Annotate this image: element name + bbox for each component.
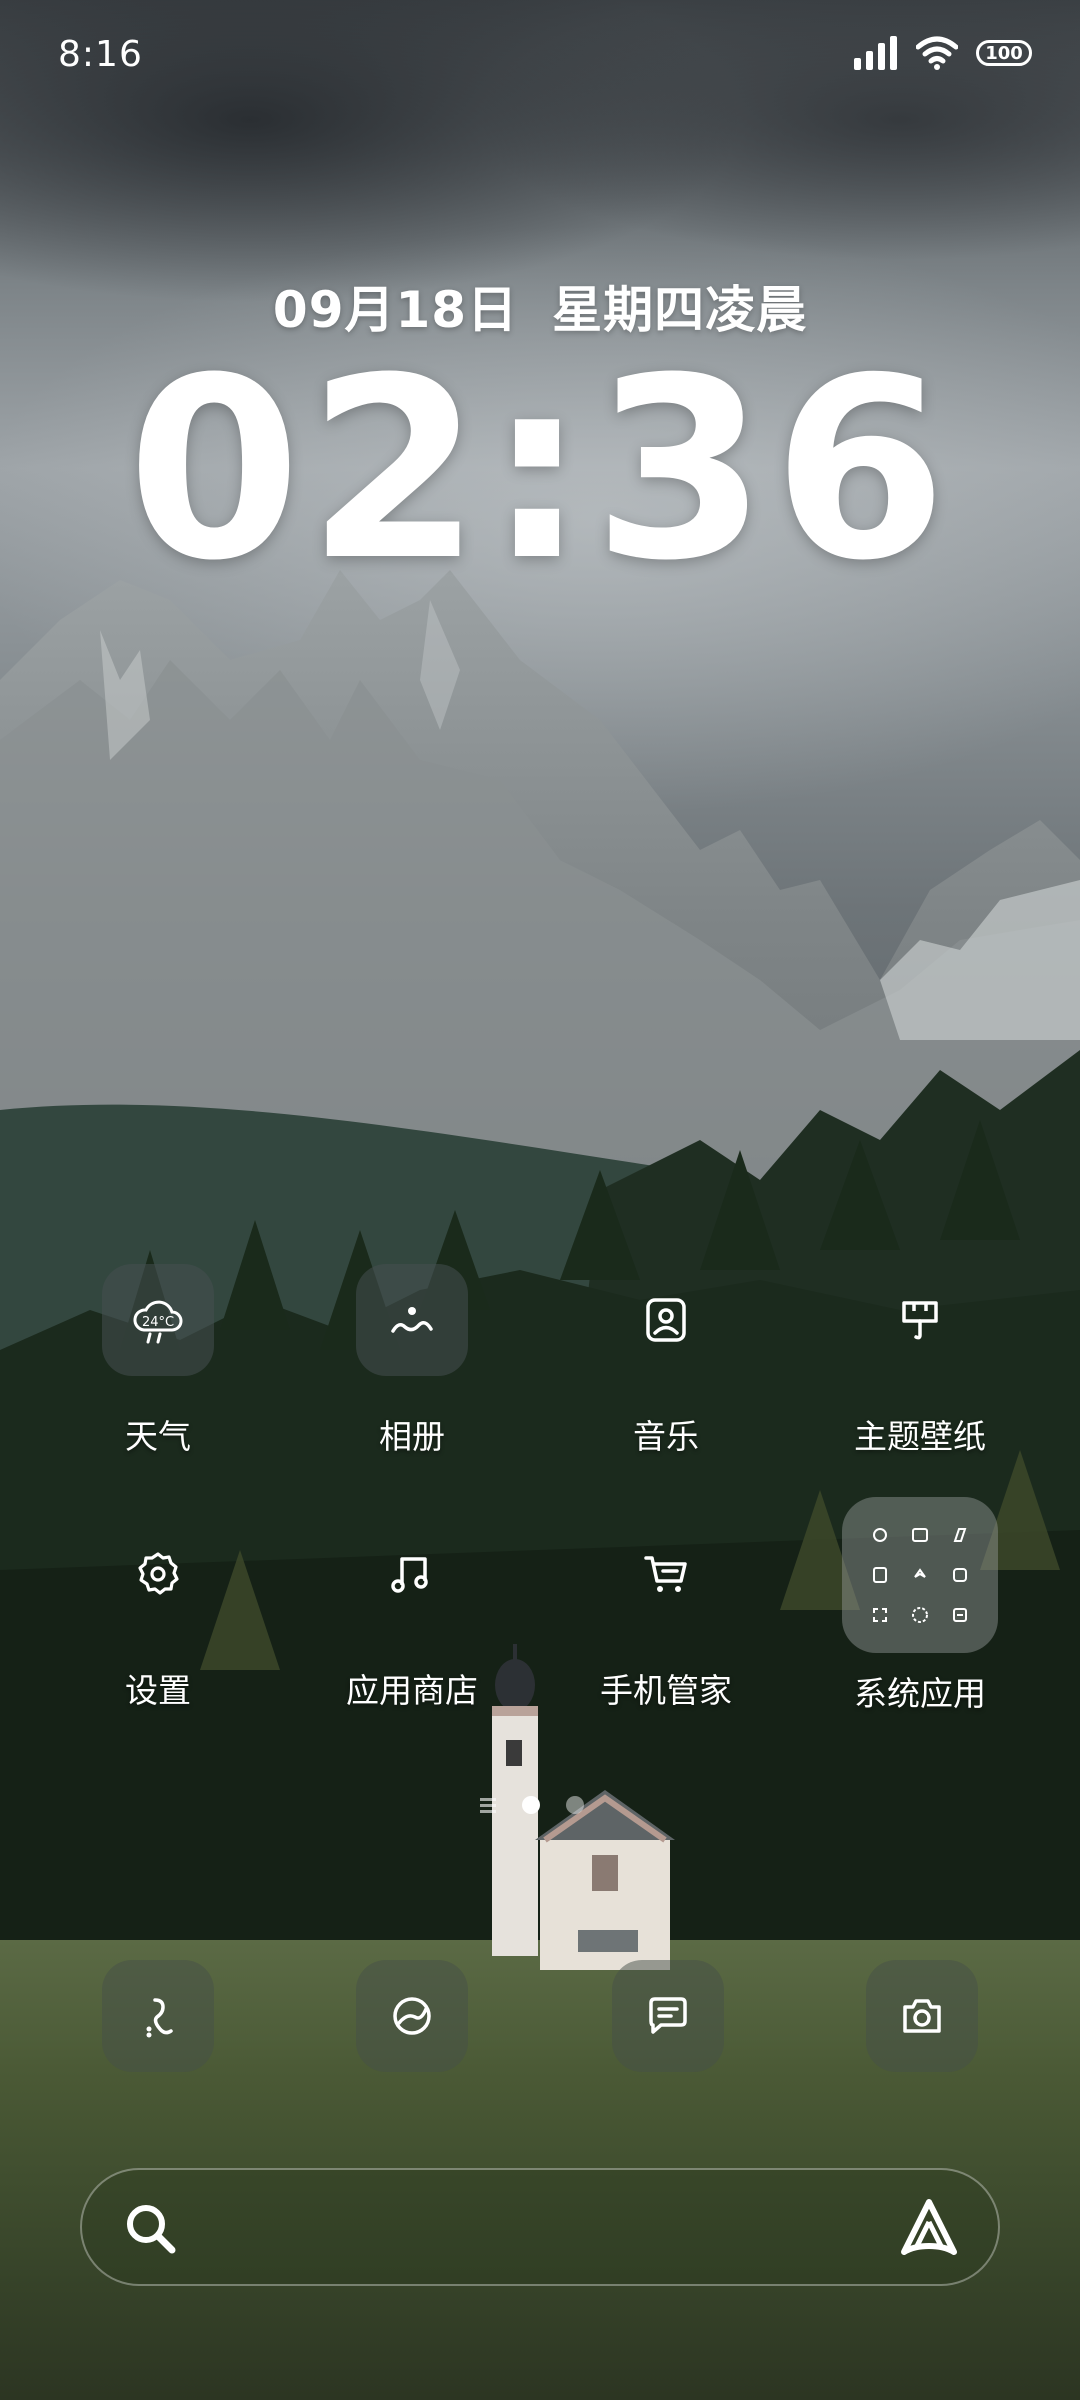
- app-label: 应用商店: [346, 1671, 478, 1710]
- messages-icon: [649, 1997, 687, 2034]
- weather-cloud-icon: 24°C: [133, 1300, 183, 1344]
- app-label: 音乐: [633, 1417, 699, 1456]
- mini-app-icon: [904, 1599, 936, 1631]
- phone-icon: [146, 1998, 173, 2038]
- app-label: 天气: [125, 1417, 191, 1456]
- app-label: 主题壁纸: [854, 1417, 986, 1456]
- page-dot-active[interactable]: [522, 1796, 540, 1814]
- app-label: 相册: [379, 1417, 445, 1456]
- assistant-icon[interactable]: [894, 2194, 964, 2264]
- settings-icon: [102, 1518, 214, 1630]
- mini-app-icon: [944, 1519, 976, 1551]
- mini-app-icon: [864, 1559, 896, 1591]
- mini-app-icon: [864, 1599, 896, 1631]
- status-time: 8:16: [58, 34, 143, 75]
- wifi-icon: [916, 36, 958, 70]
- clock-widget[interactable]: 02:36: [0, 340, 1080, 600]
- dock-camera[interactable]: [866, 1960, 978, 2072]
- mini-app-icon: [944, 1599, 976, 1631]
- page-list-icon: [480, 1798, 496, 1813]
- browser-icon: [393, 1997, 431, 2035]
- app-music[interactable]: 音乐: [556, 1264, 776, 1458]
- status-bar: 8:16 100: [0, 0, 1080, 110]
- app-label: 设置: [125, 1671, 191, 1710]
- app-settings[interactable]: 设置: [48, 1518, 268, 1712]
- status-icons: 100: [854, 36, 1032, 70]
- folder-icon: [842, 1497, 998, 1653]
- weather-temp: 24°C: [142, 1315, 174, 1330]
- search-bar[interactable]: [80, 2168, 1000, 2286]
- mini-app-icon: [944, 1559, 976, 1591]
- mini-app-icon: [904, 1519, 936, 1551]
- folder-system-apps[interactable]: 系统应用: [810, 1497, 1030, 1715]
- signal-icon: [854, 36, 897, 70]
- search-icon[interactable]: [120, 2198, 182, 2260]
- dock-messages[interactable]: [612, 1960, 724, 2072]
- app-label: 手机管家: [600, 1671, 732, 1710]
- security-cart-icon: [610, 1518, 722, 1630]
- dock-browser[interactable]: [356, 1960, 468, 2072]
- mini-app-icon: [904, 1559, 936, 1591]
- mini-app-icon: [864, 1519, 896, 1551]
- page-indicator[interactable]: [480, 1796, 584, 1814]
- app-phone-manager[interactable]: 手机管家: [556, 1518, 776, 1712]
- theme-icon: [864, 1264, 976, 1376]
- weather-icon: 24°C: [102, 1264, 214, 1376]
- page-dot[interactable]: [566, 1796, 584, 1814]
- app-gallery[interactable]: 相册: [302, 1264, 522, 1458]
- gallery-icon: [356, 1264, 468, 1376]
- app-label: 系统应用: [854, 1674, 986, 1713]
- camera-icon: [903, 1999, 941, 2033]
- battery-icon: 100: [976, 40, 1032, 66]
- battery-level: 100: [985, 42, 1023, 64]
- app-weather[interactable]: 24°C 天气: [48, 1264, 268, 1458]
- app-store[interactable]: 应用商店: [302, 1518, 522, 1712]
- dock-phone[interactable]: [102, 1960, 214, 2072]
- app-store-icon: [356, 1518, 468, 1630]
- app-themes[interactable]: 主题壁纸: [810, 1264, 1030, 1458]
- music-icon: [610, 1264, 722, 1376]
